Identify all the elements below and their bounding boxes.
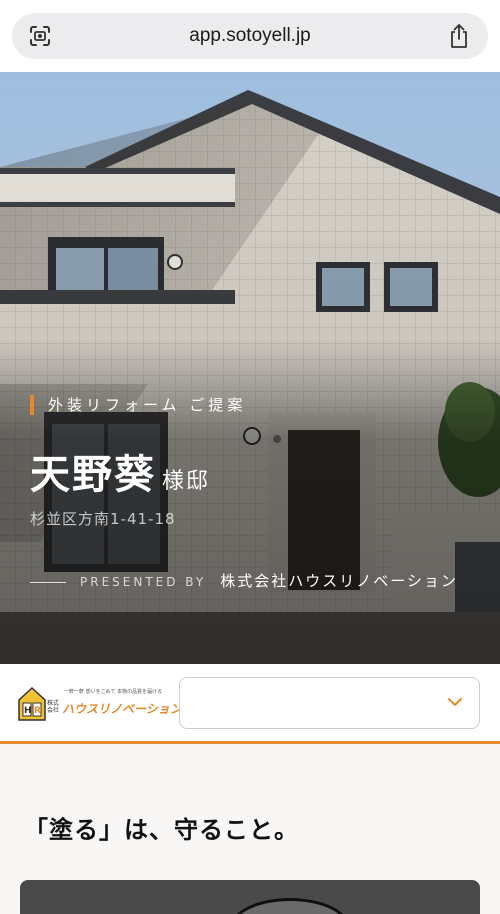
presented-by: PRESENTED BY 株式会社ハウスリノベーション <box>30 570 458 591</box>
presenter-company: 株式会社ハウスリノベーション <box>220 572 458 590</box>
customer-name-suffix: 様邸 <box>162 469 211 494</box>
logo-brand: ハウスリノベーション <box>62 702 182 716</box>
presented-rule <box>30 582 66 583</box>
company-logo[interactable]: H R 一軒一軒 想いをこめて 本物の品質を届ける 株式会社 ハウスリノベーショ… <box>18 686 182 724</box>
url-text[interactable]: app.sotoyell.jp <box>12 25 488 47</box>
presented-label: PRESENTED BY <box>80 575 207 589</box>
company-bar: H R 一軒一軒 想いをこめて 本物の品質を届ける 株式会社 ハウスリノベーショ… <box>0 664 500 744</box>
browser-chrome: app.sotoyell.jp <box>0 0 500 72</box>
svg-text:H: H <box>24 706 32 716</box>
hero-section: 外装リフォーム ご提案 天野葵 様邸 杉並区方南1-41-18 PRESENTED… <box>0 72 500 664</box>
chevron-down-icon <box>448 698 462 706</box>
section-title: 「塗る」は、守ること。 <box>24 815 299 844</box>
hero-eyebrow: 外装リフォーム ご提案 <box>30 395 246 415</box>
proposal-select[interactable] <box>179 677 480 729</box>
share-icon[interactable] <box>448 23 470 49</box>
svg-text:R: R <box>34 706 41 716</box>
photo-subject <box>230 898 350 914</box>
address-bar[interactable]: app.sotoyell.jp <box>12 13 488 59</box>
logo-tagline: 一軒一軒 想いをこめて 本物の品質を届ける <box>64 689 163 695</box>
customer-address: 杉並区方南1-41-18 <box>30 510 176 528</box>
customer-name: 天野葵 <box>30 451 156 498</box>
content-photo <box>20 880 480 914</box>
customer-heading: 天野葵 様邸 <box>30 442 210 500</box>
house-logo-icon: H R <box>18 686 46 721</box>
logo-small-text: 株式会社 <box>47 700 60 714</box>
